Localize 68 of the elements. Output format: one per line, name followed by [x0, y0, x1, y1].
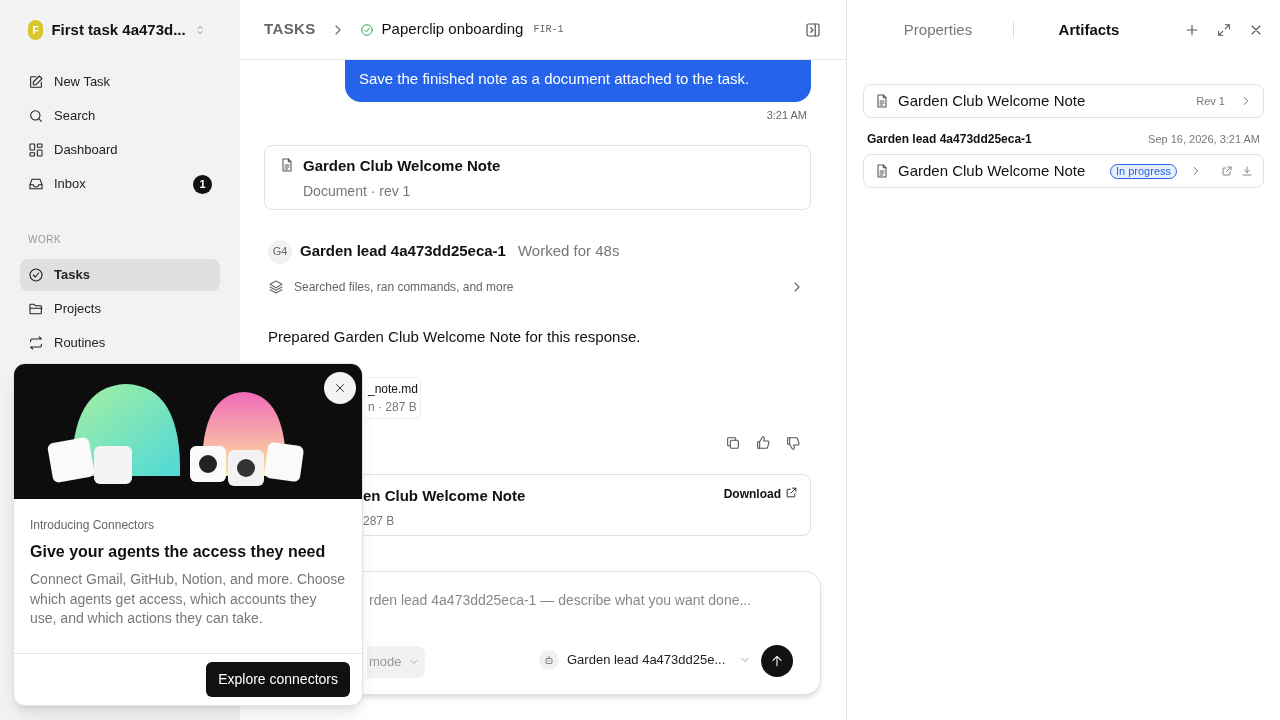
external-link-icon [1221, 165, 1233, 177]
download-icon [1241, 165, 1253, 177]
sidebar-item[interactable]: Projects [20, 293, 220, 325]
file-size: 287 B [363, 512, 396, 530]
document-title: Garden Club Welcome Note [303, 155, 501, 176]
explore-connectors-button[interactable]: Explore connectors [206, 662, 350, 697]
arrow-up-icon [769, 653, 785, 669]
document-icon [874, 93, 890, 109]
expand-button[interactable] [1216, 22, 1232, 38]
task-id: FIR-1 [533, 23, 564, 37]
document-icon [279, 156, 295, 173]
send-button[interactable] [761, 645, 793, 677]
panel-tab[interactable]: Artifacts [1014, 18, 1164, 42]
thumbs-up-icon [755, 435, 771, 451]
agent-response: Prepared Garden Club Welcome Note for this response. [267, 326, 642, 347]
check-circle-icon [28, 267, 44, 283]
document-icon [874, 163, 890, 179]
external-link-icon [785, 486, 798, 499]
document-card[interactable]: Garden Club Welcome Note Document · rev 1 [264, 144, 811, 210]
search-icon [28, 108, 44, 124]
panel-toggle-button[interactable] [804, 20, 822, 39]
copy-icon [725, 435, 741, 451]
panel-tab[interactable]: Properties [863, 18, 1013, 42]
file-title: en Club Welcome Note [363, 486, 526, 506]
file-card[interactable]: _note.md n · 287 B [365, 377, 421, 419]
sidebar-item[interactable]: Tasks [20, 259, 220, 291]
workspace-avatar: F [28, 20, 44, 40]
popover-description: Connect Gmail, GitHub, Notion, and more. Choose which agents get access, which accounts they use, and which actions they can take. [30, 570, 346, 628]
robot-icon [543, 654, 555, 666]
popover-eyebrow: Introducing Connectors [30, 517, 156, 534]
activity-summary-row[interactable]: Searched files, ran commands, and more [264, 277, 811, 296]
close-icon [333, 381, 347, 395]
artifact-card[interactable]: Garden Club Welcome Note In progress [863, 154, 1264, 188]
plus-icon [1184, 22, 1200, 38]
user-message: Save the finished note as a document attached to the task. [345, 60, 811, 102]
agent-avatar: G4 [268, 239, 292, 264]
status-check-icon [359, 22, 374, 37]
sidebar-item[interactable]: Inbox 1 [20, 168, 220, 200]
repeat-icon [28, 335, 44, 351]
sidebar-item[interactable]: Routines [20, 327, 220, 359]
sidebar-item[interactable]: Search [20, 100, 220, 132]
work-duration: Worked for 48s [517, 241, 620, 262]
message-time: 3:21 AM [766, 108, 807, 123]
agent-selector[interactable]: Garden lead 4a473dd25e... [539, 650, 752, 670]
sidebar-item[interactable]: Dashboard [20, 134, 220, 166]
artifact-card[interactable]: Garden Club Welcome Note Rev 1 [863, 84, 1264, 118]
folder-icon [28, 301, 44, 317]
thumbs-down-icon [785, 435, 801, 451]
panel-icon [804, 20, 822, 39]
document-meta: Document · rev 1 [303, 182, 412, 201]
artifact-date: Sep 16, 2026, 3:21 AM [1148, 131, 1260, 147]
edit-icon [28, 74, 44, 90]
status-badge: In progress [1109, 163, 1177, 179]
dashboard-icon [28, 142, 44, 158]
message-input[interactable]: rden lead 4a473dd25eca-1 — describe what you want done... [369, 590, 752, 611]
sidebar-item[interactable]: New Task [20, 66, 220, 98]
popover-title: Give your agents the access they need [30, 542, 327, 562]
breadcrumb-link[interactable]: TASKS [264, 18, 316, 41]
download-link[interactable]: Download [723, 485, 798, 525]
count-badge: 1 [193, 174, 212, 194]
expand-icon [1216, 22, 1232, 38]
layers-icon [268, 278, 284, 295]
section-label: WORK [27, 233, 63, 247]
artifact-author: Garden lead 4a473dd25eca-1 [867, 131, 1032, 148]
workspace-name[interactable]: First task 4a473d... [51, 18, 186, 42]
agent-name: Garden lead 4a473dd25eca-1 [300, 241, 506, 262]
task-title: Paperclip onboarding [381, 19, 524, 40]
inbox-icon [28, 176, 44, 192]
